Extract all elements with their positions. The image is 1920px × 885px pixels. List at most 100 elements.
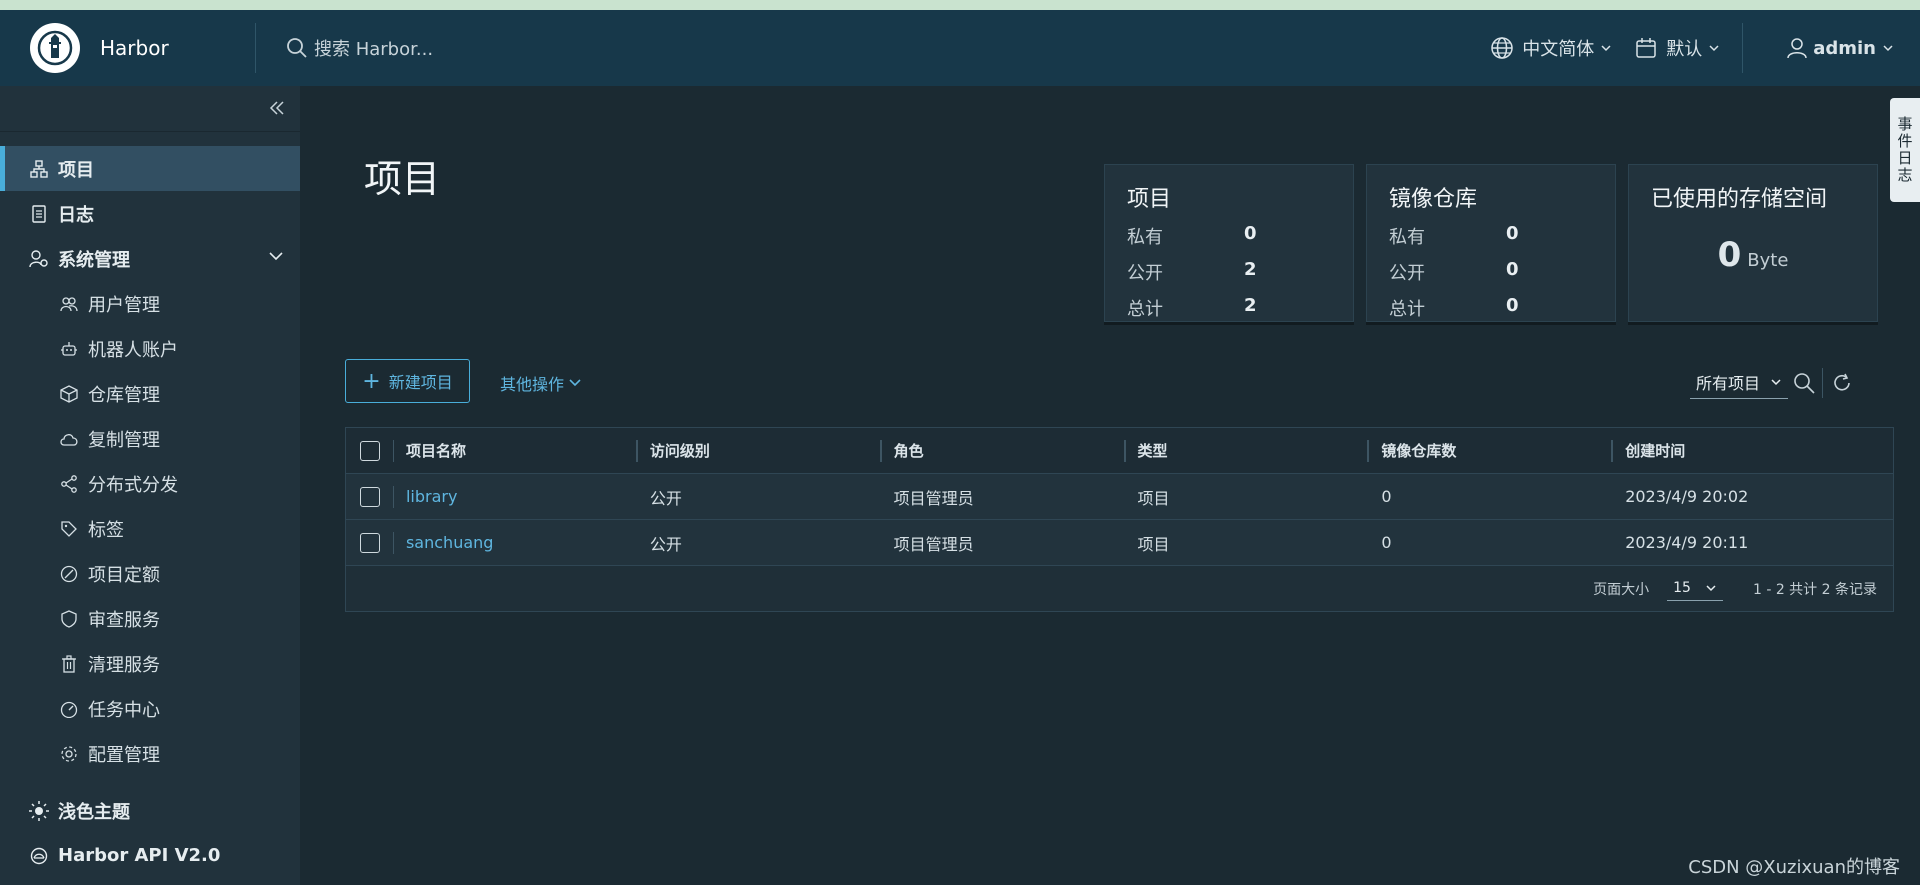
header-divider	[1742, 23, 1744, 73]
project-filter-value: 所有项目	[1696, 374, 1761, 393]
date-format-selector[interactable]: 默认	[1634, 35, 1720, 61]
table-footer: 页面大小 15 1 - 2 共计 2 条记录	[346, 566, 1893, 611]
sidebar-item-robot-accounts[interactable]: 机器人账户	[0, 326, 300, 371]
card-title: 项目	[1127, 187, 1172, 212]
language-selector[interactable]: 中文简体	[1490, 35, 1612, 61]
sidebar-item-clean-up[interactable]: 清理服务	[0, 641, 300, 686]
column-header-access[interactable]: 访问级别	[638, 428, 882, 473]
private-label: 私有	[1389, 227, 1425, 248]
role: 项目管理员	[893, 534, 974, 554]
sidebar-item-interrogation[interactable]: 审查服务	[0, 596, 300, 641]
sidebar-item-label: 日志	[58, 204, 94, 226]
private-label: 私有	[1127, 227, 1163, 248]
column-header-repo-count[interactable]: 镜像仓库数	[1369, 428, 1614, 473]
sidebar-item-registries[interactable]: 仓库管理	[0, 371, 300, 416]
sidebar-item-label: 机器人账户	[88, 339, 178, 361]
sidebar-item-admin[interactable]: 系统管理	[0, 236, 300, 281]
theme-toggle[interactable]: 浅色主题	[0, 788, 300, 833]
project-name-link[interactable]: library	[394, 474, 638, 519]
brand[interactable]: Harbor	[0, 10, 255, 86]
card-title: 已使用的存储空间	[1651, 187, 1828, 212]
project-filter-select[interactable]: 所有项目	[1690, 366, 1789, 399]
chevron-down-icon	[1771, 379, 1781, 386]
refresh-icon[interactable]	[1831, 372, 1853, 394]
global-search[interactable]: 搜索 Harbor...	[286, 35, 886, 61]
watermark: CSDN @Xuzixuan的博客	[1688, 857, 1900, 878]
select-all-checkbox[interactable]	[359, 440, 380, 461]
plus-icon: +	[362, 368, 381, 394]
column-header-type[interactable]: 类型	[1126, 428, 1370, 473]
project-filter: 所有项目	[1690, 366, 1853, 399]
user-icon	[1787, 38, 1807, 59]
api-explorer-link[interactable]: Harbor API V2.0	[0, 833, 300, 878]
app-name: Harbor	[100, 36, 169, 60]
user-menu[interactable]: admin	[1785, 36, 1894, 60]
sidebar: 项目 日志 系统管理 用户管理 机器人账户 仓库管理 复制管理 分布式分发 标签…	[0, 86, 300, 885]
pagination-summary: 1 - 2 共计 2 条记录	[1752, 581, 1877, 598]
row-checkbox[interactable]	[359, 486, 380, 507]
sidebar-item-label: 配置管理	[88, 744, 160, 766]
card-row-total: 总计 0	[1367, 295, 1615, 321]
project-name-link[interactable]: sanchuang	[394, 520, 638, 565]
sidebar-item-label: 标签	[88, 519, 124, 541]
total-label: 总计	[1127, 299, 1163, 320]
distribution-icon	[58, 474, 80, 493]
column-header-name[interactable]: 项目名称	[394, 428, 638, 473]
top-strip	[0, 0, 1920, 10]
public-count: 2	[1244, 259, 1257, 280]
storage-value: 0	[1717, 235, 1742, 275]
new-project-button[interactable]: + 新建项目	[345, 359, 470, 403]
sidebar-item-label: 用户管理	[88, 294, 160, 316]
theme-label: 浅色主题	[58, 801, 130, 823]
total-count: 2	[1244, 295, 1257, 316]
row-select-cell	[346, 474, 394, 519]
sidebar-item-job-service[interactable]: 任务中心	[0, 686, 300, 731]
sidebar-item-distribution[interactable]: 分布式分发	[0, 461, 300, 506]
total-label: 总计	[1389, 299, 1425, 320]
gear-icon	[58, 745, 80, 763]
page-size-select[interactable]: 15	[1667, 576, 1723, 601]
card-row-private: 私有 0	[1367, 223, 1615, 249]
creation-time: 2023/4/9 20:02	[1625, 487, 1749, 506]
api-icon	[28, 847, 50, 865]
sidebar-item-configuration[interactable]: 配置管理	[0, 731, 300, 776]
sidebar-item-label: 系统管理	[58, 249, 130, 271]
private-count: 0	[1244, 223, 1257, 244]
event-log-tab[interactable]: 事件日志	[1890, 98, 1920, 202]
sidebar-item-label: 清理服务	[88, 654, 160, 676]
collapse-sidebar-icon[interactable]	[268, 99, 286, 117]
storage-unit: Byte	[1747, 250, 1789, 271]
sidebar-item-label: 项目定额	[88, 564, 160, 586]
sidebar-item-labels[interactable]: 标签	[0, 506, 300, 551]
sidebar-item-label: 分布式分发	[88, 474, 178, 496]
filter-divider	[1822, 367, 1824, 398]
robot-icon	[58, 340, 80, 358]
sidebar-item-quotas[interactable]: 项目定额	[0, 551, 300, 596]
search-icon[interactable]	[1792, 371, 1816, 395]
row-checkbox[interactable]	[359, 532, 380, 553]
user-name: admin	[1813, 37, 1876, 59]
chevron-down-icon	[1601, 45, 1611, 52]
sidebar-item-label: 审查服务	[88, 609, 160, 631]
trash-icon	[58, 654, 80, 673]
sidebar-item-replications[interactable]: 复制管理	[0, 416, 300, 461]
search-input[interactable]: 搜索 Harbor...	[314, 35, 433, 61]
sidebar-item-projects[interactable]: 项目	[0, 146, 300, 191]
table-header: 项目名称 访问级别 角色 类型 镜像仓库数 创建时间	[346, 428, 1893, 474]
quota-icon	[58, 565, 80, 583]
repo-count: 0	[1381, 533, 1392, 552]
select-all-cell	[346, 428, 394, 473]
role: 项目管理员	[893, 488, 974, 508]
column-header-created[interactable]: 创建时间	[1613, 428, 1893, 473]
app-header: Harbor 搜索 Harbor... 中文简体 默认 admin	[0, 10, 1920, 86]
public-count: 0	[1506, 259, 1519, 280]
search-icon	[287, 38, 307, 58]
chevron-down-icon	[569, 379, 581, 387]
chevron-down-icon	[269, 252, 283, 261]
card-row-private: 私有 0	[1105, 223, 1353, 249]
sidebar-item-logs[interactable]: 日志	[0, 191, 300, 236]
column-header-role[interactable]: 角色	[882, 428, 1126, 473]
other-actions-dropdown[interactable]: 其他操作	[500, 371, 582, 395]
sidebar-item-users[interactable]: 用户管理	[0, 281, 300, 326]
header-divider	[255, 23, 256, 73]
